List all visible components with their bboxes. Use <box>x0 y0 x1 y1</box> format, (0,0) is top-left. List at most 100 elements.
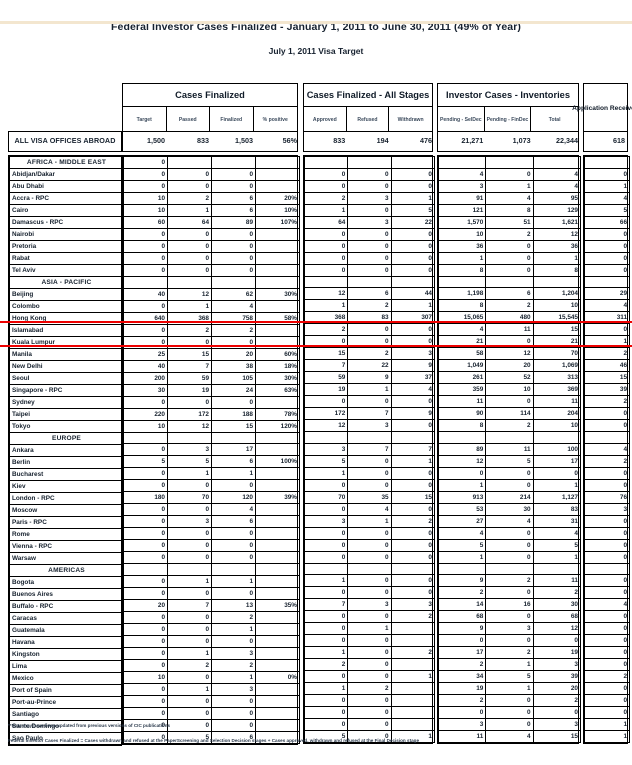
cell-pending-seldec: 1,570 <box>437 215 487 229</box>
cell-passed: 2 <box>167 658 212 672</box>
total-row-all-stages-block: 833 194 476 <box>303 131 433 152</box>
cell-application-received: 0 <box>584 263 630 277</box>
cell-approved: 1 <box>303 466 349 480</box>
cell-refused: 0 <box>347 574 392 588</box>
col-header-total: Total <box>548 116 561 123</box>
cell-pending-findec: 4 <box>485 191 534 205</box>
cell-pending-findec: 11 <box>485 323 534 337</box>
cell-pending-findec: 0 <box>485 251 534 265</box>
cell-refused: 0 <box>347 586 392 600</box>
cell-refused: 0 <box>347 610 392 624</box>
cell-withdrawn: 0 <box>390 526 435 540</box>
office-label: Ankara <box>9 444 124 457</box>
cell-finalized <box>211 563 256 576</box>
column-subheaders: Target Passed Finalized % positive <box>123 107 297 133</box>
cell-pct-positive <box>255 694 300 708</box>
cell-target: 0 <box>123 240 168 253</box>
cell-finalized: 105 <box>211 371 256 385</box>
cell-finalized: 4 <box>211 503 256 517</box>
cell-application-received: 1 <box>584 179 630 193</box>
cell-total: 19 <box>532 646 581 660</box>
cell-refused: 0 <box>347 395 392 409</box>
cell-approved: 1 <box>303 682 349 696</box>
cell-total: 68 <box>532 610 581 624</box>
cell-approved: 1 <box>303 646 349 660</box>
cell-passed: 0 <box>167 228 212 241</box>
cell-passed <box>167 563 212 576</box>
cell-passed: 0 <box>167 527 212 541</box>
cell-passed: 172 <box>167 407 212 421</box>
table-row: Caracas <box>9 612 124 625</box>
cell-approved: 0 <box>303 526 349 540</box>
cell-application-received: 0 <box>584 466 630 480</box>
office-label: Singapore - RPC <box>9 384 124 397</box>
cell-approved: 7 <box>303 598 349 612</box>
cell-pending-findec: 2 <box>485 419 534 433</box>
office-label: Warsaw <box>9 552 124 565</box>
table-row-region <box>584 431 630 444</box>
cell-approved: 0 <box>303 167 349 181</box>
cell-refused: 4 <box>347 502 392 516</box>
table-row-region <box>437 156 581 169</box>
cell-pct-positive <box>255 503 300 517</box>
table-row-region <box>303 275 435 289</box>
office-label: Tel Aviv <box>9 264 124 277</box>
cell-passed: 1 <box>167 204 212 217</box>
cell-withdrawn: 9 <box>390 359 435 373</box>
highlight-line-bottom <box>0 344 632 347</box>
cell-pending-findec: 0 <box>485 167 534 181</box>
table-row: 000 <box>303 251 435 265</box>
cell-total: 11 <box>532 574 581 588</box>
table-row: 14 16 30 <box>437 598 581 612</box>
cell-passed: 0 <box>167 694 212 708</box>
cell-pending-seldec: 10 <box>437 227 487 241</box>
table-row-region: EUROPE <box>9 432 124 445</box>
cell-pct-positive <box>255 551 300 565</box>
table-row: 19 1 4 <box>303 383 435 397</box>
cell-withdrawn <box>390 682 435 696</box>
table-row: 000 <box>123 551 300 565</box>
cell-finalized: 0 <box>211 228 256 241</box>
cell-pct-positive <box>255 264 300 277</box>
cell-refused: 0 <box>347 167 392 181</box>
total-row-label: ALL VISA OFFICES ABROAD <box>14 135 116 145</box>
table-row: 0 <box>584 526 630 540</box>
cell-total: 1 <box>532 478 581 492</box>
cell-target: 0 <box>123 323 168 337</box>
cell-total: 15 <box>532 323 581 337</box>
cell-target: 25 <box>123 347 168 361</box>
table-row: 000 <box>123 228 300 241</box>
cell-approved: 2 <box>303 658 349 672</box>
cell-target: 0 <box>123 551 168 565</box>
table-row: 261 52 313 <box>437 371 581 385</box>
cell-target: 0 <box>123 180 168 193</box>
table-row: 0 <box>584 251 630 265</box>
cell-pending-findec: 52 <box>485 371 534 385</box>
table-row-region: ASIA - PACIFIC <box>9 276 124 289</box>
region-label: AFRICA - MIDDLE EAST <box>9 156 124 169</box>
cell-total: 2 <box>532 586 581 600</box>
cell-pct-positive <box>255 240 300 253</box>
cell-pending-seldec <box>437 562 487 576</box>
cell-withdrawn: 0 <box>390 478 435 492</box>
table-row: 91 4 95 <box>437 191 581 205</box>
cell-refused: 0 <box>347 646 392 660</box>
table-row: 00 <box>303 706 435 720</box>
cell-total: 5 <box>532 538 581 552</box>
cell-finalized: 89 <box>211 216 256 229</box>
table-row: 000 <box>303 586 435 600</box>
cell-application-received: 76 <box>584 490 630 504</box>
cell-pct-positive <box>255 586 300 600</box>
table-row: 12 5 17 <box>437 454 581 468</box>
cell-total <box>532 156 581 169</box>
table-row: 101 <box>437 478 581 492</box>
cell-pending-findec: 5 <box>485 454 534 468</box>
office-label: Seoul <box>9 372 124 385</box>
cell-target: 0 <box>123 706 168 720</box>
cell-pct-positive <box>255 622 300 636</box>
office-label: Tokyo <box>9 420 124 433</box>
report-page: Federal Investor Cases Finalized - Janua… <box>0 21 632 765</box>
col-header-refused: Refused <box>347 107 390 133</box>
cell-approved: 0 <box>303 706 349 720</box>
cell-pending-seldec: 913 <box>437 490 487 504</box>
